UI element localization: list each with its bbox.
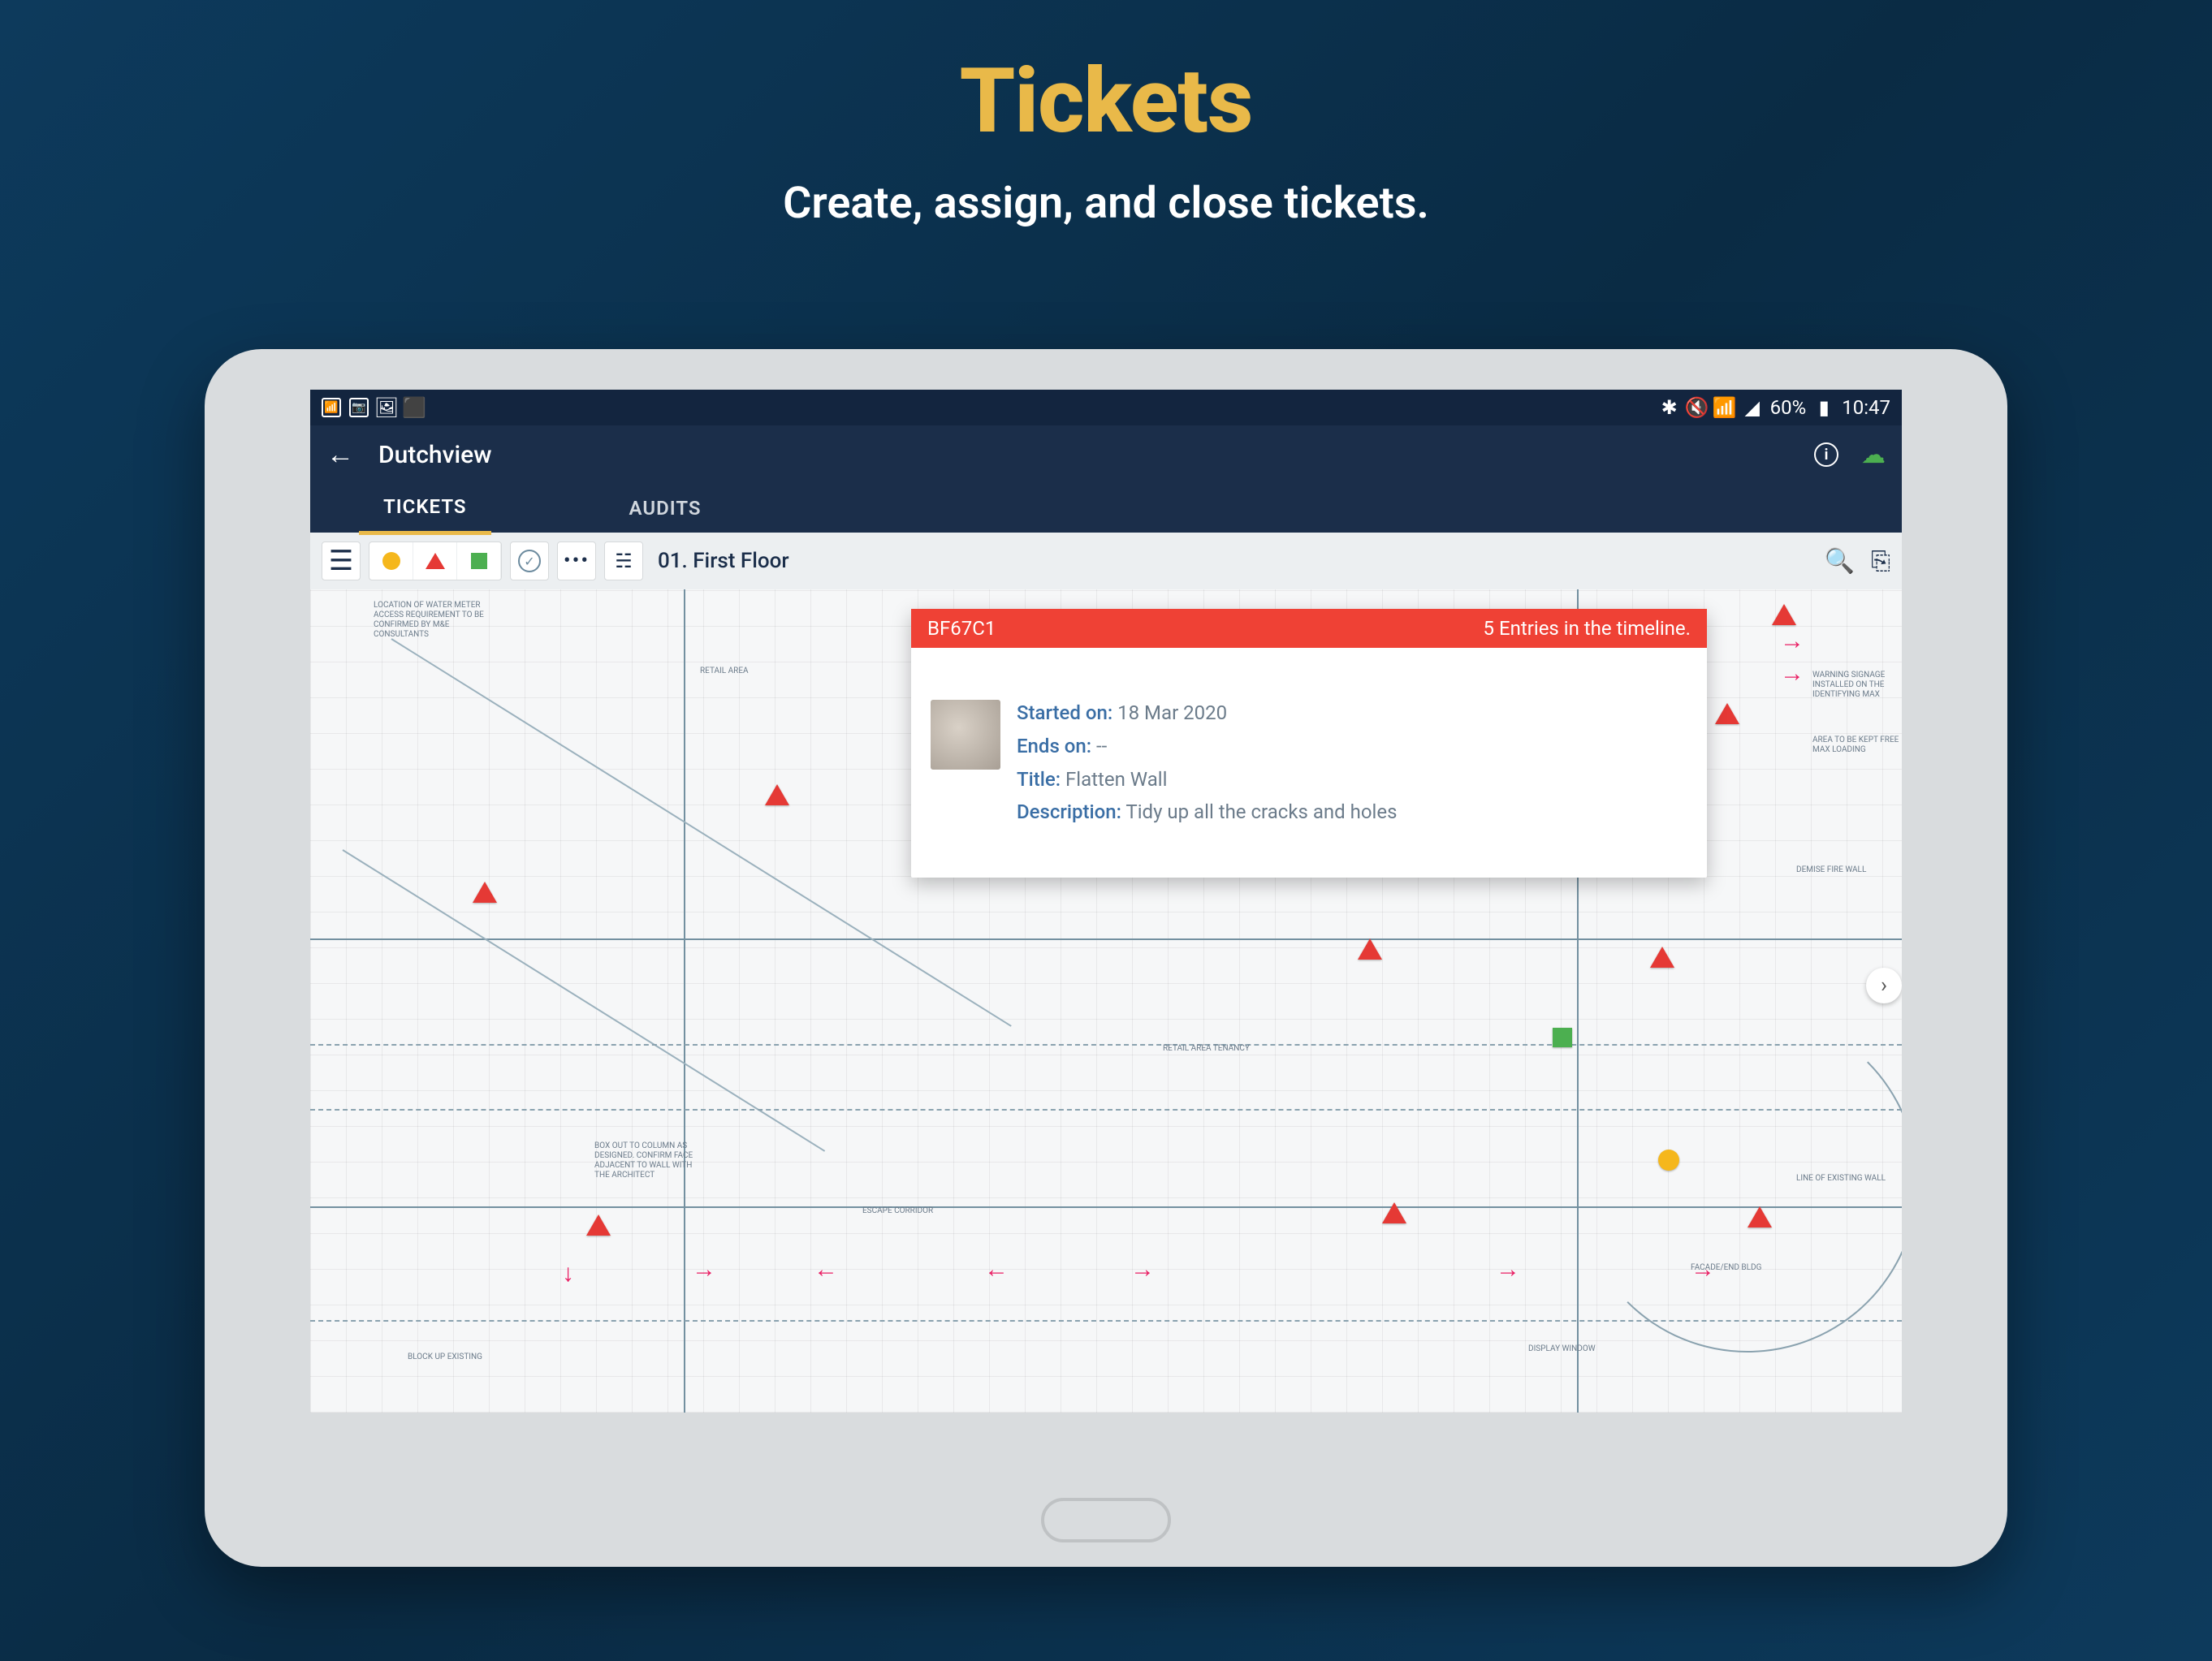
battery-icon: ▮ [1814,398,1834,417]
marker-triangle[interactable] [765,784,789,805]
ticket-id: BF67C1 [927,617,996,640]
wifi-icon: 📶 [1715,398,1735,417]
plan-line [684,589,685,1413]
ticket-popup[interactable]: BF67C1 5 Entries in the timeline. Starte… [911,609,1707,878]
status-bar: 📶 📷 🖼 ⬛ ✱ 🔇 📶 ◢ 60% ▮ 10:47 [310,390,1902,425]
filter-circle[interactable] [369,542,413,580]
started-on-label: Started on: [1017,701,1112,724]
plan-annotation: LINE OF EXISTING WALL [1796,1174,1886,1184]
ticket-popup-body: Started on: 18 Mar 2020 Ends on: -- Titl… [911,648,1707,878]
direction-arrow: → [1780,659,1804,688]
plan-annotation: WARNING SIGNAGE INSTALLED ON THE IDENTIF… [1812,671,1902,700]
export-icon[interactable]: ⎘ [1871,547,1890,576]
more-button[interactable]: ••• [557,541,596,580]
status-time: 10:47 [1842,396,1890,419]
toolbar: ☰ ✓ ••• ☵ 01. First Floor 🔍 ⎘ [310,533,1902,589]
list-button[interactable]: ☵ [604,541,643,580]
status-icon-image: 🖼 [377,398,396,417]
plan-annotation: BOX OUT TO COLUMN AS DESIGNED. CONFIRM F… [594,1141,708,1180]
floor-plan[interactable]: LOCATION OF WATER METER ACCESS REQUIREME… [310,589,1902,1413]
plan-annotation: RETAIL AREA [700,667,749,676]
status-icon-speaker2: 📷 [349,398,369,417]
tab-bar: TICKETS AUDITS [310,484,1902,533]
plan-line [310,938,1902,940]
marker-triangle[interactable] [1358,938,1382,960]
search-icon[interactable]: 🔍 [1825,547,1855,576]
status-icon-app: ⬛ [404,398,424,417]
info-icon[interactable]: i [1814,442,1838,467]
title-value: Flatten Wall [1065,768,1167,791]
tablet-home-button[interactable] [1041,1498,1171,1542]
plan-annotation: AREA TO BE KEPT FREE MAX LOADING [1812,736,1902,755]
filter-triangle[interactable] [413,542,457,580]
plan-annotation: RETAIL AREA TENANCY [1163,1044,1250,1054]
mute-icon: 🔇 [1687,398,1707,417]
marker-triangle[interactable] [473,882,497,903]
direction-arrow: → [1496,1255,1520,1284]
marker-triangle[interactable] [1748,1206,1772,1227]
plan-annotation: BLOCK UP EXISTING [408,1353,482,1362]
marker-triangle[interactable] [1382,1202,1406,1223]
direction-arrow: → [1130,1255,1155,1284]
marker-triangle[interactable] [1715,703,1739,724]
ends-on-label: Ends on: [1017,735,1091,757]
direction-arrow: → [1691,1255,1715,1284]
menu-button[interactable]: ☰ [322,541,361,580]
screen: 📶 📷 🖼 ⬛ ✱ 🔇 📶 ◢ 60% ▮ 10:47 ← Dutchview … [310,390,1902,1413]
cloud-sync-icon[interactable]: ☁ [1861,441,1886,469]
app-title: Dutchview [378,441,491,469]
direction-arrow: ↓ [562,1259,574,1288]
description-label: Description: [1017,800,1121,823]
signal-icon: ◢ [1743,398,1762,417]
started-on-value: 18 Mar 2020 [1117,701,1227,724]
tab-audits[interactable]: AUDITS [605,484,726,533]
filter-square[interactable] [457,542,501,580]
marker-triangle[interactable] [586,1214,611,1236]
status-icon-speaker: 📶 [322,398,341,417]
direction-arrow: ← [814,1255,838,1284]
plan-annotation: LOCATION OF WATER METER ACCESS REQUIREME… [374,601,487,640]
floor-label[interactable]: 01. First Floor [658,549,789,573]
check-button[interactable]: ✓ [510,541,549,580]
ticket-popup-header: BF67C1 5 Entries in the timeline. [911,609,1707,648]
tablet-frame: 📶 📷 🖼 ⬛ ✱ 🔇 📶 ◢ 60% ▮ 10:47 ← Dutchview … [205,349,2007,1567]
ends-on-value: -- [1096,735,1107,757]
promo-subtitle: Create, assign, and close tickets. [0,178,2212,229]
description-value: Tidy up all the cracks and holes [1125,800,1397,823]
marker-square[interactable] [1553,1028,1572,1047]
marker-triangle[interactable] [1772,604,1796,625]
app-bar: ← Dutchview i ☁ [310,425,1902,484]
marker-circle[interactable] [1658,1150,1679,1171]
direction-arrow: → [692,1255,716,1284]
promo-title: Tickets [0,0,2212,153]
ticket-timeline-count: 5 Entries in the timeline. [1484,617,1691,640]
back-button[interactable]: ← [326,438,354,471]
plan-annotation: ESCAPE CORRIDOR [862,1206,933,1216]
marker-triangle[interactable] [1650,947,1674,968]
direction-arrow: ← [984,1255,1009,1284]
direction-arrow: → [1780,627,1804,655]
bluetooth-icon: ✱ [1660,398,1679,417]
plan-annotation: DEMISE FIRE WALL [1796,865,1866,875]
title-label: Title: [1017,768,1061,791]
plan-annotation: DISPLAY WINDOW [1528,1344,1596,1354]
shape-filter-group [369,541,502,580]
battery-percent: 60% [1770,396,1807,419]
ticket-thumbnail[interactable] [931,700,1000,770]
tab-tickets[interactable]: TICKETS [359,482,491,535]
